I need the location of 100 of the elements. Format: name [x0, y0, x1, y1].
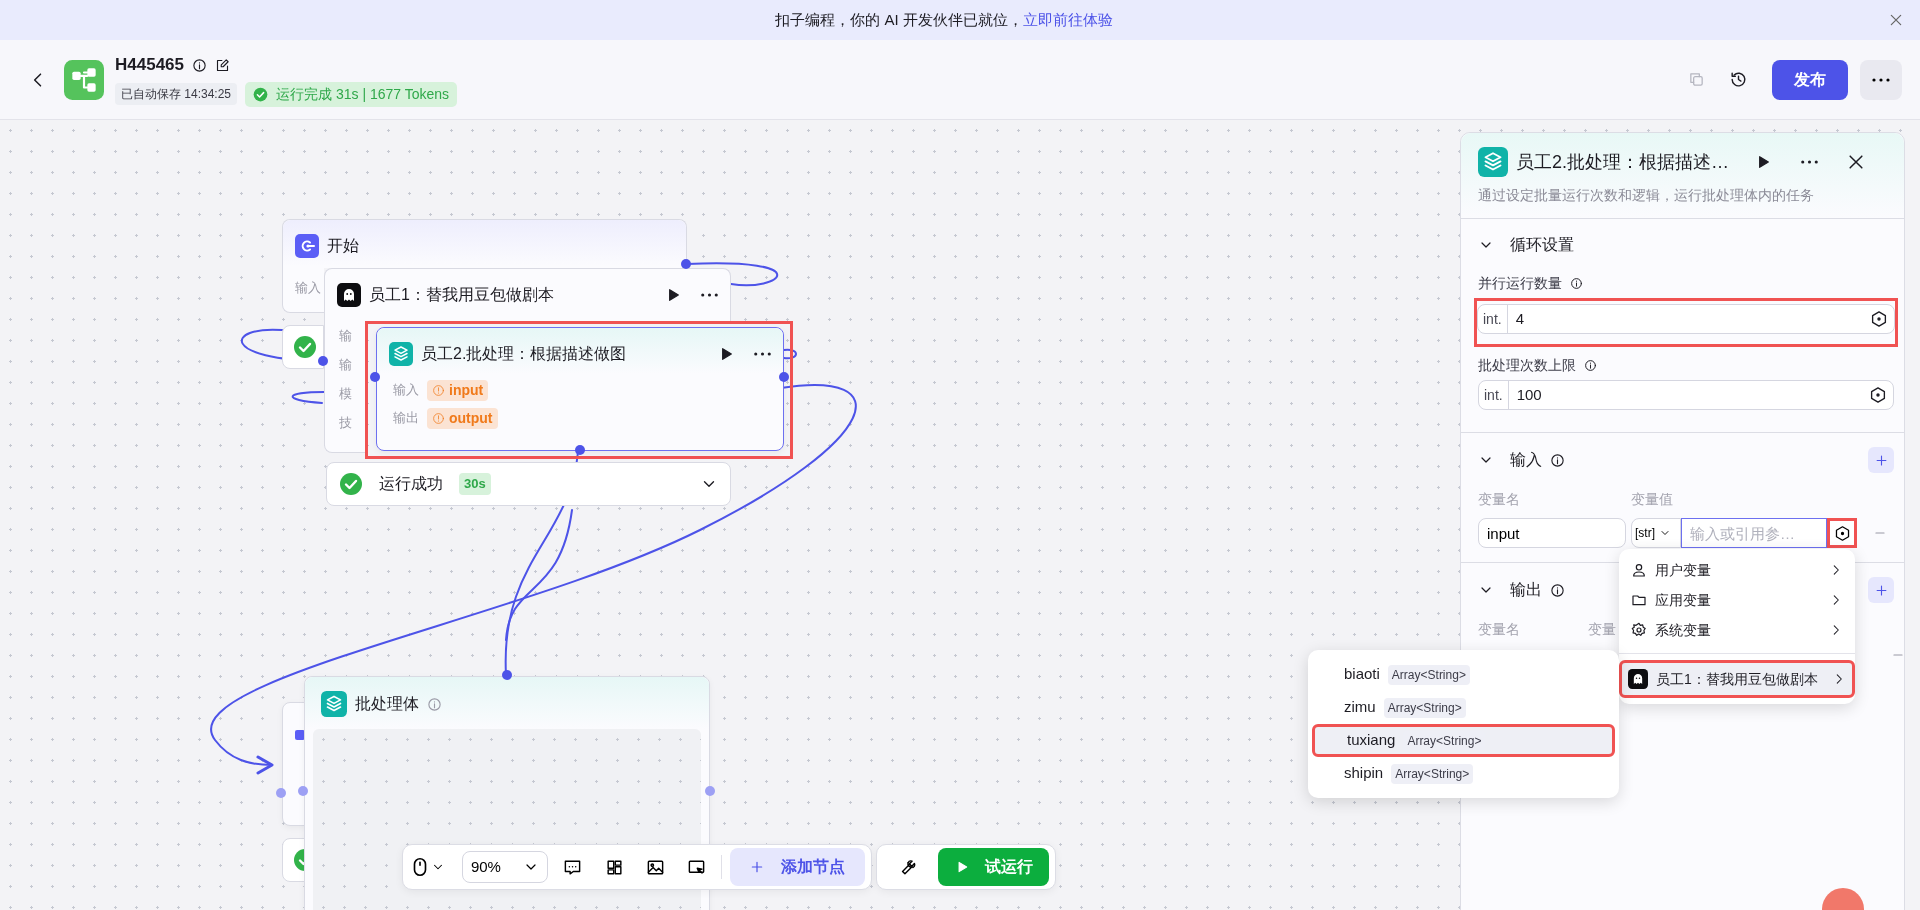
more-icon[interactable] — [754, 352, 771, 356]
field-label: 输出 — [393, 409, 419, 428]
banner-text: 扣子编程，你的 AI 开发伙伴已就位， — [775, 9, 1023, 30]
menu-item[interactable]: 员工1：替我用豆包做剧本 — [1619, 660, 1855, 698]
workflow-node[interactable]: 开始 — [282, 219, 687, 268]
layers-icon — [1478, 147, 1508, 177]
screen-icon — [686, 857, 706, 877]
history-icon[interactable] — [1729, 70, 1748, 89]
more-icon[interactable] — [701, 293, 718, 297]
panel-description: 通过设定批量运行次数和逻辑，运行批处理体内的任务 — [1478, 186, 1815, 205]
column-header: 变量名 — [1478, 490, 1521, 509]
add-variable-button[interactable] — [1868, 577, 1894, 603]
image-icon — [645, 857, 665, 877]
column-header: 变量值 — [1631, 490, 1673, 509]
variable-icon[interactable] — [1870, 310, 1888, 328]
add-variable-button[interactable] — [1868, 447, 1894, 473]
type-prefix: int. — [1478, 305, 1508, 333]
info-icon[interactable] — [1550, 452, 1565, 468]
type-prefix: int. — [1479, 381, 1509, 409]
zoom-select[interactable]: 90% — [461, 851, 549, 883]
warning-icon — [432, 411, 445, 425]
menu-item[interactable]: 系统变量 — [1625, 615, 1849, 645]
variable-icon[interactable] — [1869, 386, 1887, 404]
node-title: 开始 — [327, 236, 359, 256]
submenu-item[interactable]: zimu Array<String> — [1312, 691, 1615, 724]
parameter-tag: output — [427, 407, 498, 429]
port-dot[interactable] — [298, 786, 308, 796]
field-label: 技 — [339, 414, 352, 432]
info-icon[interactable] — [192, 57, 207, 73]
gear-icon — [1631, 622, 1647, 638]
more-icon[interactable] — [1801, 160, 1818, 164]
menu-item[interactable]: 用户变量 — [1625, 555, 1849, 585]
workflow-node[interactable] — [282, 702, 306, 826]
run-status-text: 运行完成 31s | 1677 Tokens — [276, 84, 450, 104]
banner-link[interactable]: 立即前往体验 — [1022, 8, 1113, 32]
parameter-tag: input — [427, 379, 489, 401]
field-label: 输入 — [295, 279, 321, 297]
submenu-item[interactable]: shipin Array<String> — [1312, 757, 1615, 790]
type-tag: Array<String> — [1387, 664, 1470, 685]
plus-icon — [1873, 452, 1889, 468]
app-logo-icon — [64, 59, 104, 100]
port-dot[interactable] — [276, 788, 286, 798]
section-title: 输入 — [1510, 450, 1542, 470]
port-dot[interactable] — [575, 445, 585, 455]
submenu-item[interactable]: biaoti Array<String> — [1312, 658, 1615, 691]
port-dot[interactable] — [779, 372, 789, 382]
layers-icon — [389, 342, 413, 366]
workflow-node[interactable]: 员工1：替我用豆包做剧本 — [324, 268, 731, 321]
autosave-tag: 已自动保存 14:34:25 — [115, 83, 238, 106]
variable-icon — [1833, 524, 1851, 542]
port-dot[interactable] — [318, 356, 328, 366]
start-icon — [295, 234, 319, 258]
grid-icon — [604, 857, 624, 877]
number-field[interactable]: int. 100 — [1478, 380, 1894, 410]
workflow-node[interactable]: 员工2.批处理：根据描述做图 输入 input 输出 output — [376, 327, 784, 451]
layers-icon — [321, 691, 347, 717]
ghost-icon — [1628, 669, 1648, 689]
field-label: 输 — [339, 356, 352, 374]
plus-icon — [1873, 582, 1889, 598]
submenu-item[interactable]: tuxiang Array<String> — [1312, 724, 1615, 757]
node-icon — [295, 730, 305, 740]
edit-icon[interactable] — [215, 57, 230, 73]
node-title: 员工2.批处理：根据描述做图 — [421, 344, 627, 364]
publish-button[interactable]: 发布 — [1772, 59, 1848, 100]
field-value: 100 — [1515, 384, 1543, 405]
type-select[interactable]: [str] — [1631, 518, 1681, 548]
field-label: 模 — [339, 385, 352, 403]
port-dot[interactable] — [370, 372, 380, 382]
reference-button[interactable] — [1827, 518, 1857, 548]
type-tag: Array<String> — [1391, 763, 1474, 784]
comment-icon — [563, 857, 583, 877]
port-dot[interactable] — [705, 786, 715, 796]
status-text: 运行成功 — [379, 474, 443, 494]
type-tag: Array<String> — [1383, 697, 1466, 718]
field-value: 4 — [1514, 308, 1526, 329]
project-title: H445465 — [115, 54, 184, 77]
duration-tag: 30s — [459, 473, 491, 495]
more-icon — [1872, 77, 1890, 82]
node-title: 员工1：替我用豆包做剧本 — [369, 285, 554, 305]
folder-icon — [1631, 592, 1647, 608]
connector-line — [783, 348, 797, 360]
column-header: 变量 — [1588, 620, 1616, 639]
number-field[interactable]: int. 4 — [1477, 304, 1895, 334]
section-title: 循环设置 — [1510, 235, 1574, 255]
node-title: 批处理体 — [355, 694, 419, 714]
info-icon[interactable] — [1570, 277, 1583, 290]
variable-name-field[interactable]: input — [1478, 518, 1626, 548]
ghost-icon — [337, 283, 361, 307]
panel-title: 员工2.批处理：根据描述… — [1516, 150, 1729, 174]
warning-icon — [432, 383, 445, 397]
info-icon[interactable] — [1550, 582, 1565, 598]
variable-value-field[interactable]: 输入或引用参… — [1681, 518, 1827, 548]
field-label: 并行运行数量 — [1478, 274, 1562, 293]
menu-item[interactable]: 应用变量 — [1625, 585, 1849, 615]
user-icon — [1631, 562, 1647, 578]
add-node-button[interactable]: 添加节点 — [729, 848, 865, 886]
field-label: 批处理次数上限 — [1478, 356, 1576, 375]
field-label: 输 — [339, 327, 352, 345]
info-icon[interactable] — [1584, 359, 1597, 372]
port-dot[interactable] — [502, 670, 512, 680]
